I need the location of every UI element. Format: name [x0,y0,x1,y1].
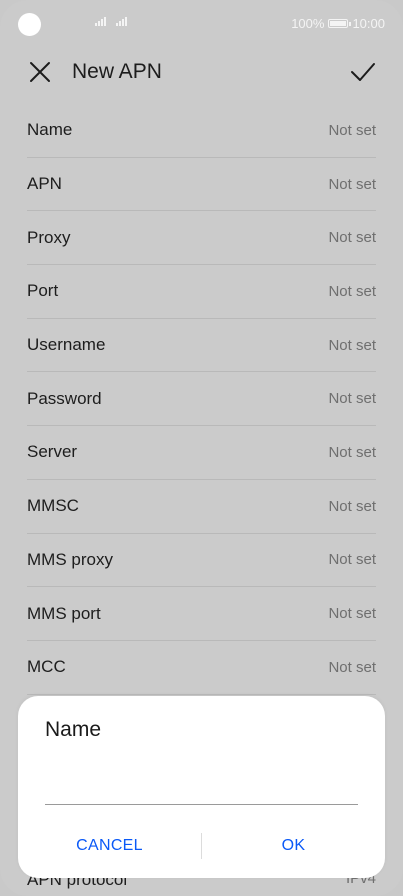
field-label: Name [27,120,73,140]
field-row-mms-port[interactable]: MMS port Not set [27,587,376,641]
field-label: Proxy [27,227,71,247]
field-row-apn[interactable]: APN Not set [27,158,376,212]
field-row-port[interactable]: Port Not set [27,265,376,319]
apn-fields-list: Name Not set APN Not set Proxy Not set P… [27,104,376,695]
field-value: Not set [328,605,376,623]
field-row-name[interactable]: Name Not set [27,104,376,158]
field-label: APN [27,174,62,194]
field-row-mmsc[interactable]: MMSC Not set [27,480,376,534]
field-label: MMS proxy [27,549,113,569]
dialog-actions: CANCEL OK [18,826,385,866]
battery-icon [328,19,352,28]
status-right: 100% 10:00 [291,16,385,31]
camera-cutout [18,13,41,36]
close-icon[interactable] [28,60,52,84]
cancel-button[interactable]: CANCEL [18,837,201,855]
signal-icon [116,16,127,26]
field-label: MCC [27,657,66,677]
field-value: Not set [328,175,376,193]
field-value: Not set [328,497,376,515]
battery-percent: 100% [291,16,325,31]
status-bar: 100% 10:00 [0,0,403,48]
field-value: Not set [328,229,376,247]
field-value: Not set [328,282,376,300]
field-value: Not set [328,443,376,461]
field-value: Not set [328,551,376,569]
app-bar: New APN [0,50,403,96]
field-value: Not set [328,390,376,408]
signal-indicators [95,16,127,26]
page-title: New APN [72,60,162,83]
field-row-server[interactable]: Server Not set [27,426,376,480]
field-row-username[interactable]: Username Not set [27,319,376,373]
field-label: Port [27,281,59,301]
field-row-proxy[interactable]: Proxy Not set [27,211,376,266]
field-label: Username [27,335,106,355]
screen: 100% 10:00 New APN Name Not set APN Not … [0,0,403,896]
field-label: Password [27,388,102,408]
clock: 10:00 [352,16,385,31]
field-row-mcc[interactable]: MCC Not set [27,641,376,695]
field-value: Not set [328,336,376,354]
field-row-mms-proxy[interactable]: MMS proxy Not set [27,534,376,588]
name-input[interactable] [45,758,358,805]
field-row-password[interactable]: Password Not set [27,372,376,427]
field-label: Server [27,442,78,462]
ok-button[interactable]: OK [202,837,385,855]
field-label: MMSC [27,496,79,516]
field-value: Not set [328,121,376,139]
field-label: MMS port [27,603,101,623]
signal-icon [95,16,106,26]
check-icon[interactable] [349,58,377,86]
field-value: Not set [328,658,376,676]
dialog-title: Name [45,718,102,741]
name-dialog: Name CANCEL OK [18,696,385,878]
